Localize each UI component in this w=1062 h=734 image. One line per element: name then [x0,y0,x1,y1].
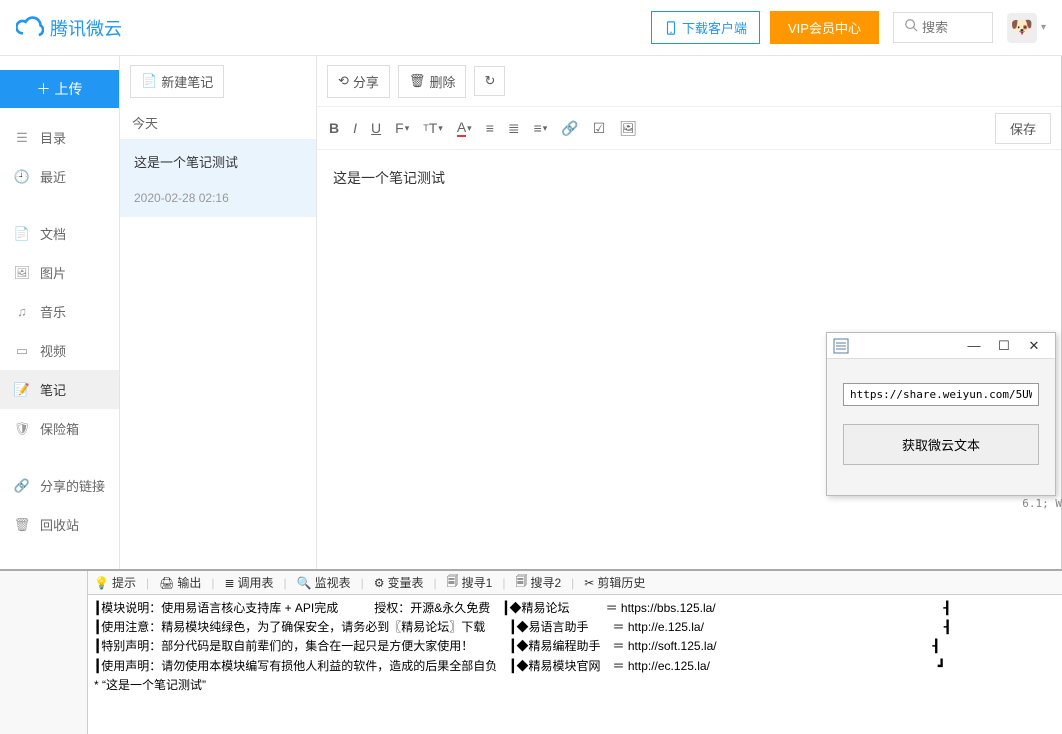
delete-button[interactable]: 🗑删除 [398,65,467,98]
trash-icon: 🗑 [409,73,426,89]
vip-center-button[interactable]: VIP会员中心 [770,11,879,44]
ide-tab-calltable[interactable]: ≣调用表 [224,574,273,591]
save-button[interactable]: 保存 [995,113,1051,144]
avatar[interactable]: 🐶 [1007,13,1037,43]
sidebar: ＋ 上传 ☰目录 🕘最近 📄文档 🖼图片 ♫音乐 ▭视频 📝笔记 🛡保险箱 🔗分… [0,56,120,569]
search-input[interactable] [922,20,982,35]
dialog-titlebar[interactable]: — ☐ ✕ [827,333,1055,359]
font-color-button[interactable]: A▾ [457,119,472,137]
new-note-button[interactable]: 📄新建笔记 [130,65,224,98]
sidebar-item-trash[interactable]: 🗑回收站 [0,505,119,544]
find-icon: 🗐 [515,572,527,593]
link-icon: 🔗 [14,478,30,494]
shield-icon: 🛡 [14,421,30,437]
ide-panel: 💡提示| 🖨输出| ≣调用表| 🔍监视表| ⚙变量表| 🗐搜寻1| 🗐搜寻2| … [0,569,1062,734]
search-icon [904,18,918,37]
font-size-button[interactable]: TT▾ [423,120,443,136]
logo: 腾讯微云 [16,14,122,42]
clock-icon: 🕘 [14,169,30,185]
ide-result-row: * “这是一个笔记测试” [94,676,1056,695]
minimize-button[interactable]: — [959,338,989,353]
app-icon [833,338,849,354]
sidebar-item-recent[interactable]: 🕘最近 [0,157,119,196]
sidebar-item-music[interactable]: ♫音乐 [0,292,119,331]
cloud-logo-icon [16,14,44,42]
note-list-panel: 📄新建笔记 今天 这是一个笔记测试 2020-02-28 02:16 [120,56,317,569]
number-list-button[interactable]: ≣ [508,120,520,137]
insert-image-button[interactable]: 🖼 [619,120,637,137]
version-fragment: 6.1; W [1022,497,1062,510]
sidebar-item-safe[interactable]: 🛡保险箱 [0,409,119,448]
output-icon: 🖨 [159,576,174,590]
share-dialog: — ☐ ✕ 获取微云文本 [826,332,1056,496]
list-icon: ☰ [14,130,30,146]
maximize-button[interactable]: ☐ [989,338,1019,354]
find-icon: 🗐 [447,572,459,593]
plus-icon: ＋ [37,79,51,99]
ide-row: ┃特别声明：部分代码是取自前辈们的，集合在一起只是方便大家使用！ ┃◆精易编程助… [94,637,1056,656]
ide-tab-clip[interactable]: ✂剪辑历史 [584,574,645,591]
sidebar-item-notes[interactable]: 📝笔记 [0,370,119,409]
share-icon: ⟲ [338,73,349,89]
share-button[interactable]: ⟲分享 [327,65,390,98]
search-icon: 🔍 [297,576,312,590]
italic-button[interactable]: I [353,120,357,136]
image-icon: 🖼 [14,265,30,281]
vars-icon: ⚙ [374,576,385,590]
note-icon: 📝 [14,382,30,398]
insert-link-button[interactable]: 🔗 [561,120,578,137]
new-note-icon: 📄 [141,73,157,89]
clip-icon: ✂ [584,576,594,590]
logo-text: 腾讯微云 [50,15,122,41]
align-button[interactable]: ≡▾ [534,120,548,136]
ide-row: ┃使用声明：请勿使用本模块编写有损他人利益的软件，造成的后果全部自负 ┃◆精易模… [94,657,1056,676]
ide-gutter [0,571,88,734]
doc-icon: 📄 [14,226,30,242]
fetch-text-button[interactable]: 获取微云文本 [843,424,1039,465]
refresh-button[interactable]: ↻ [474,66,505,96]
app-header: 腾讯微云 下载客户端 VIP会员中心 🐶 ▾ [0,0,1062,56]
bullet-list-button[interactable]: ≡ [486,120,494,136]
format-toolbar: B I U F▾ TT▾ A▾ ≡ ≣ ≡▾ 🔗 ☑ 🖼 保存 [317,106,1061,150]
note-list-item[interactable]: 这是一个笔记测试 2020-02-28 02:16 [120,140,316,217]
sidebar-item-directory[interactable]: ☰目录 [0,118,119,157]
font-family-button[interactable]: F▾ [395,120,409,136]
ide-tab-output[interactable]: 🖨输出 [159,574,201,591]
sidebar-item-docs[interactable]: 📄文档 [0,214,119,253]
music-icon: ♫ [14,304,30,320]
chevron-down-icon[interactable]: ▾ [1041,22,1046,33]
ide-output[interactable]: ┃模块说明：使用易语言核心支持库 + API完成 授权：开源&永久免费 ┃◆精易… [88,595,1062,699]
trash-icon: 🗑 [14,517,30,533]
note-item-title: 这是一个笔记测试 [134,152,302,171]
notes-section-header: 今天 [120,106,316,140]
phone-icon [664,21,678,35]
ide-tab-find1[interactable]: 🗐搜寻1 [447,572,493,593]
search-box[interactable] [893,12,993,43]
sidebar-item-video[interactable]: ▭视频 [0,331,119,370]
ide-tab-find2[interactable]: 🗐搜寻2 [515,572,561,593]
ide-tabs: 💡提示| 🖨输出| ≣调用表| 🔍监视表| ⚙变量表| 🗐搜寻1| 🗐搜寻2| … [88,571,1062,595]
ide-tab-watch[interactable]: 🔍监视表 [297,574,351,591]
ide-row: ┃使用注意：精易模块纯绿色，为了确保安全，请务必到〖精易论坛〗下载 ┃◆易语言助… [94,618,1056,637]
ide-tab-tips[interactable]: 💡提示 [94,574,136,591]
sidebar-item-images[interactable]: 🖼图片 [0,253,119,292]
upload-button[interactable]: ＋ 上传 [0,70,119,108]
table-icon: ≣ [224,576,234,590]
download-client-button[interactable]: 下载客户端 [651,11,760,44]
share-url-input[interactable] [843,383,1039,406]
bold-button[interactable]: B [329,120,339,136]
sidebar-item-shared[interactable]: 🔗分享的链接 [0,466,119,505]
ide-tab-vars[interactable]: ⚙变量表 [374,574,424,591]
checklist-button[interactable]: ☑ [593,120,606,137]
video-icon: ▭ [14,343,30,359]
refresh-icon: ↻ [484,73,495,89]
ide-row: ┃模块说明：使用易语言核心支持库 + API完成 授权：开源&永久免费 ┃◆精易… [94,599,1056,618]
help-icon: 💡 [94,576,109,590]
note-item-date: 2020-02-28 02:16 [134,191,302,205]
close-button[interactable]: ✕ [1019,338,1049,354]
underline-button[interactable]: U [371,120,381,136]
